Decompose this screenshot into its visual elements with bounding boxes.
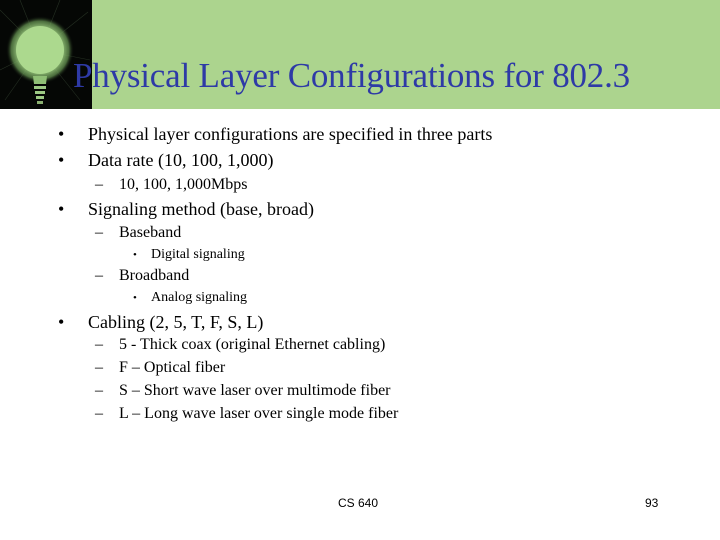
bullet-marker: •: [58, 199, 65, 219]
bullet-marker: •: [58, 312, 65, 332]
bullet-text: Baseband: [119, 224, 182, 241]
bullet-text: Digital signaling: [151, 247, 245, 262]
bullet-text: Analog signaling: [151, 290, 248, 305]
bullet-marker: •: [133, 249, 137, 261]
dash-marker: –: [95, 359, 103, 376]
footer-course-label: CS 640: [338, 496, 379, 510]
bullet-text: Signaling method (base, broad): [88, 199, 314, 219]
dash-marker: –: [95, 405, 103, 422]
dash-marker: –: [95, 267, 103, 284]
bullet-marker: •: [58, 150, 65, 170]
footer-page-number: 93: [645, 496, 659, 510]
bullet-text: F – Optical fiber: [119, 359, 226, 376]
slide-body: • Physical layer configurations are spec…: [0, 0, 720, 540]
bullet-text: Physical layer configurations are specif…: [88, 124, 493, 144]
bullet-text: Data rate (10, 100, 1,000): [88, 150, 274, 170]
bullet-text: Broadband: [119, 267, 190, 284]
dash-marker: –: [95, 224, 103, 241]
bullet-text: Cabling (2, 5, T, F, S, L): [88, 312, 264, 332]
dash-marker: –: [95, 176, 103, 193]
bullet-text: 10, 100, 1,000Mbps: [119, 176, 248, 193]
dash-marker: –: [95, 336, 103, 353]
bullet-text: S – Short wave laser over multimode fibe…: [119, 382, 391, 399]
bullet-marker: •: [58, 124, 65, 144]
bullet-text: L – Long wave laser over single mode fib…: [119, 405, 399, 422]
bullet-marker: •: [133, 292, 137, 304]
dash-marker: –: [95, 382, 103, 399]
bullet-text: 5 - Thick coax (original Ethernet cablin…: [119, 336, 386, 353]
